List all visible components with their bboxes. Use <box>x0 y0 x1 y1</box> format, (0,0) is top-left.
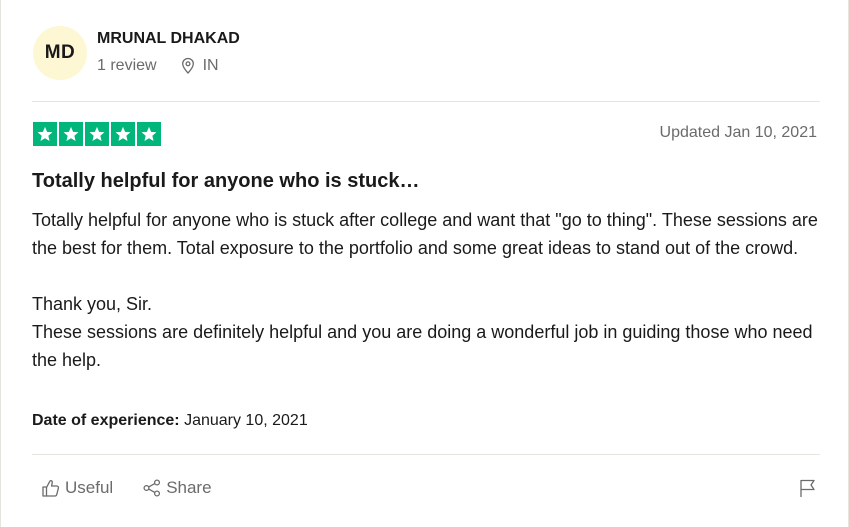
divider <box>32 101 820 102</box>
location-pin-icon <box>181 57 194 74</box>
useful-label: Useful <box>65 478 114 497</box>
reviewer-country: IN <box>202 57 219 74</box>
share-button[interactable]: Share <box>142 478 212 498</box>
avatar[interactable]: MD <box>33 26 87 80</box>
star-rating <box>33 122 163 146</box>
useful-button[interactable]: Useful <box>41 478 113 498</box>
updated-date: Updated Jan 10, 2021 <box>659 124 817 141</box>
experience-date: January 10, 2021 <box>184 412 308 429</box>
review-paragraph: Thank you, Sir. <box>32 294 153 314</box>
review-title[interactable]: Totally helpful for anyone who is stuck… <box>32 170 419 193</box>
experience-label: Date of experience: <box>32 412 180 429</box>
flag-icon[interactable] <box>798 478 818 498</box>
star-icon <box>111 122 135 146</box>
thumbs-up-icon <box>42 479 60 497</box>
divider <box>32 454 820 455</box>
review-paragraph: Totally helpful for anyone who is stuck … <box>32 210 818 258</box>
review-count: 1 review <box>97 57 157 74</box>
share-label: Share <box>166 478 212 497</box>
reviewer-name[interactable]: MRUNAL DHAKAD <box>97 30 240 48</box>
reviewer-meta: 1 review IN <box>97 57 240 75</box>
review-actions: Useful Share <box>41 478 241 498</box>
star-icon <box>59 122 83 146</box>
star-icon <box>85 122 109 146</box>
reviewer-header: MD MRUNAL DHAKAD 1 review IN <box>33 26 240 80</box>
star-icon <box>33 122 57 146</box>
date-of-experience: Date of experience: January 10, 2021 <box>32 412 308 430</box>
reviewer-info: MRUNAL DHAKAD 1 review IN <box>97 30 240 75</box>
share-icon <box>143 479 161 497</box>
review-paragraph: These sessions are definitely helpful an… <box>32 322 813 370</box>
star-icon <box>137 122 161 146</box>
review-card: MD MRUNAL DHAKAD 1 review IN Updated Jan… <box>0 0 849 527</box>
review-body: Totally helpful for anyone who is stuck … <box>32 206 832 374</box>
